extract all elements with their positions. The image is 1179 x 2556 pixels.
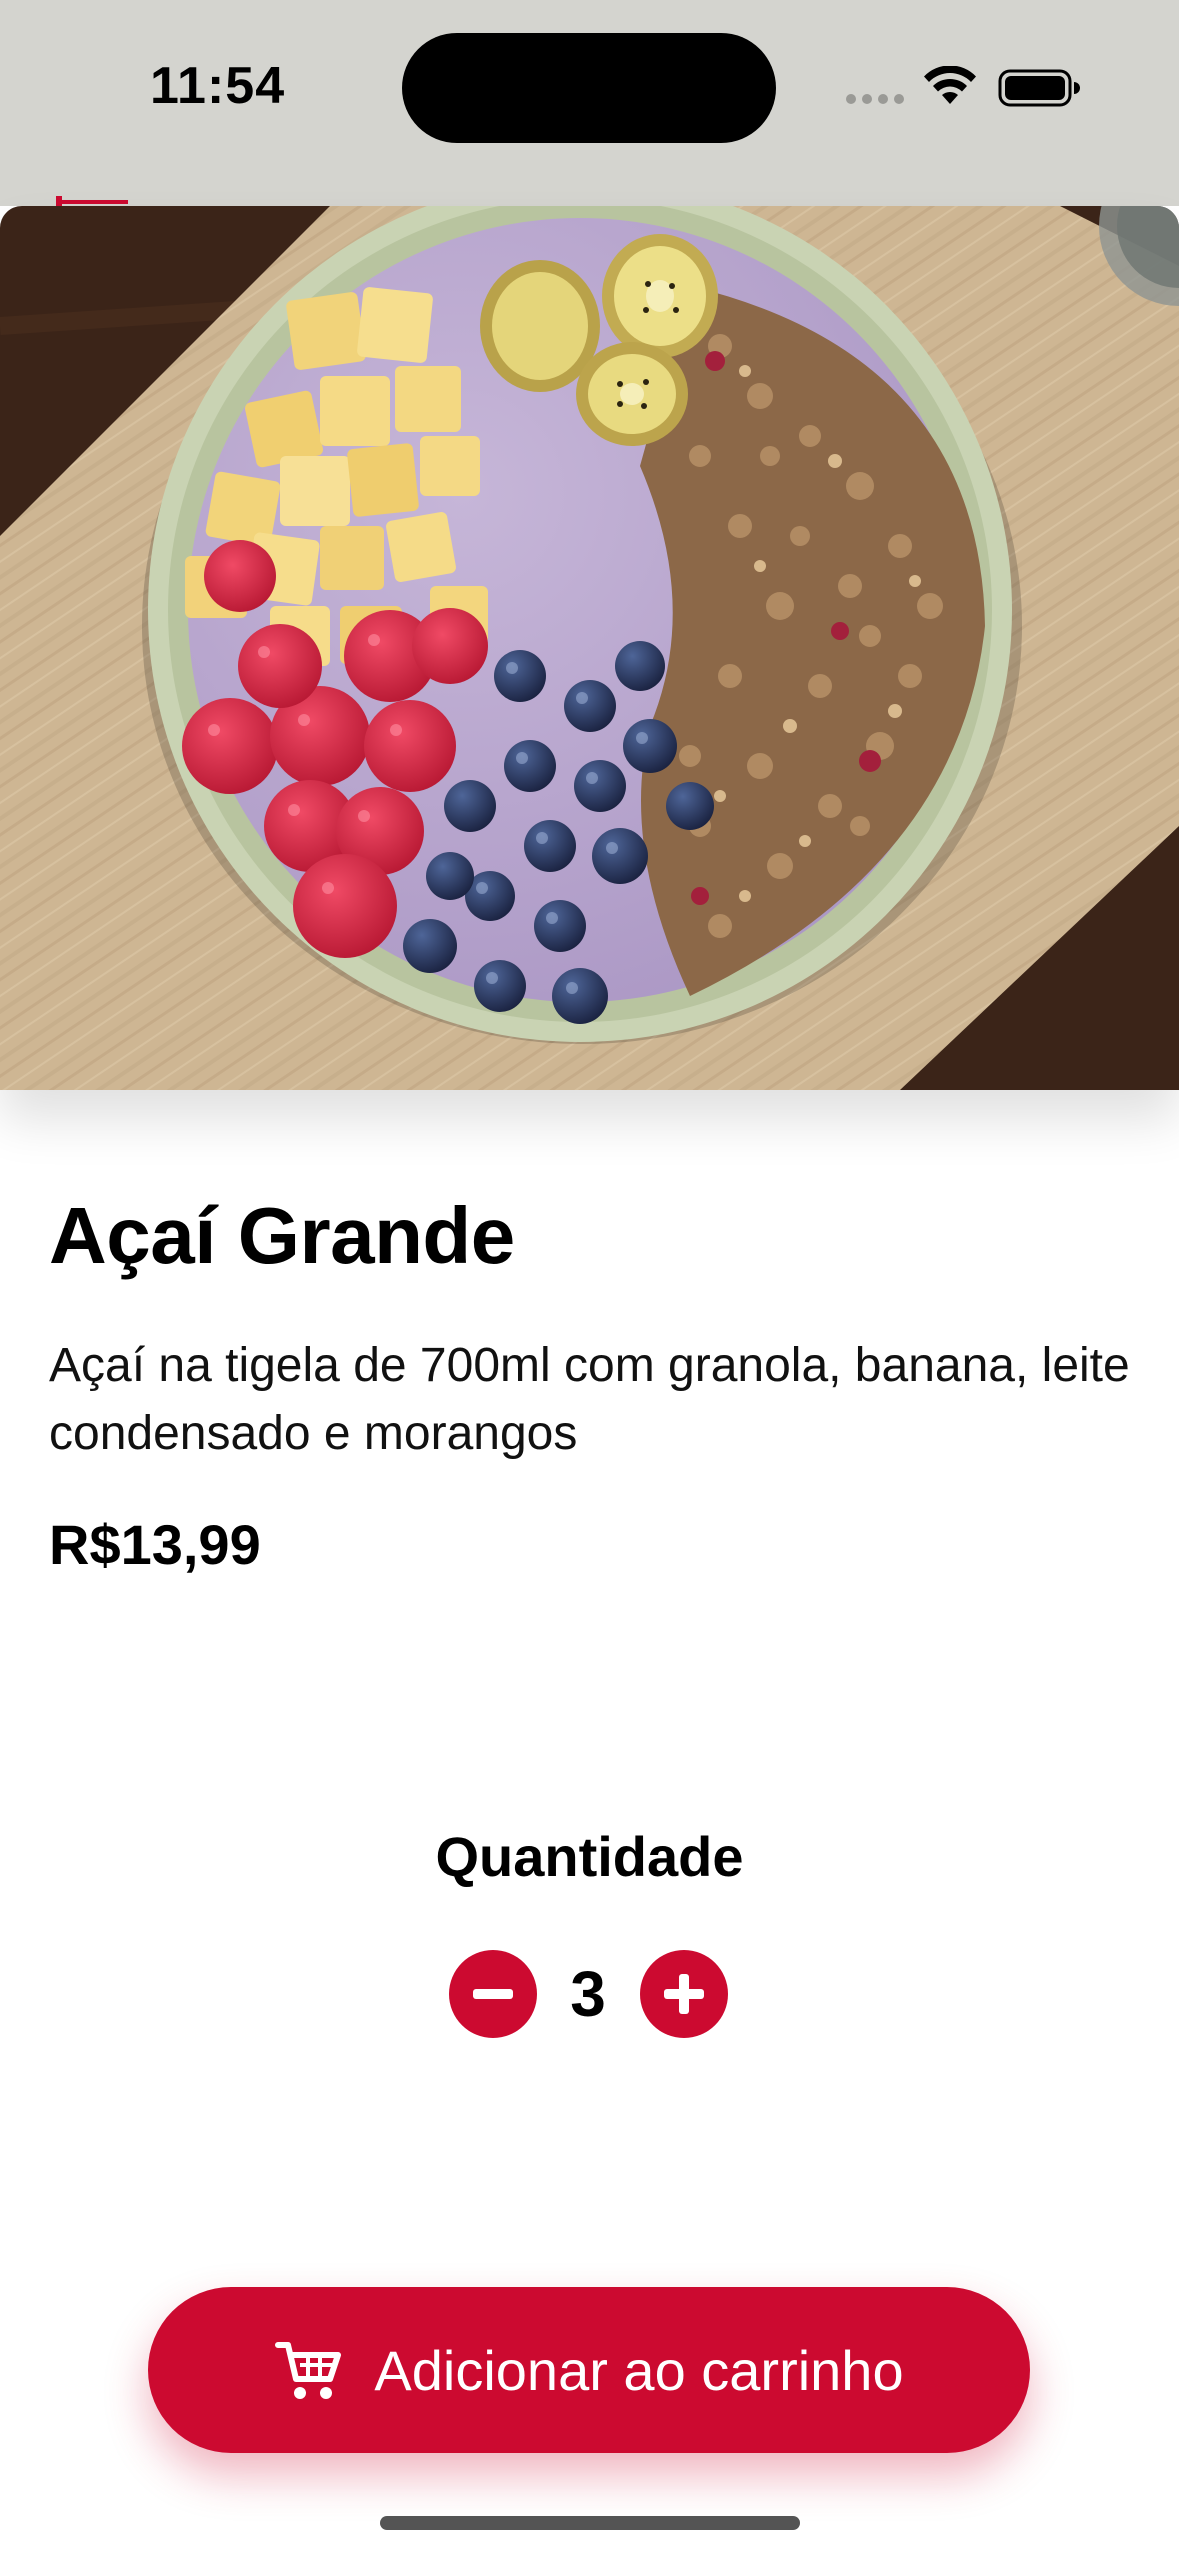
signal-dots-icon [846,94,906,106]
wifi-icon [924,66,976,104]
minus-icon [473,1989,513,1999]
increment-quantity-button[interactable] [640,1950,728,2038]
status-time: 11:54 [150,57,286,115]
plus-icon [664,1974,704,2014]
product-image [0,206,1179,1090]
decrement-quantity-button[interactable] [449,1950,537,2038]
product-price: R$13,99 [49,1513,261,1576]
add-to-cart-label: Adicionar ao carrinho [374,2338,904,2402]
dynamic-island [402,33,776,143]
battery-icon [998,69,1080,107]
product-title: Açaí Grande [49,1191,515,1280]
quantity-value: 3 [570,1958,606,2030]
back-nav-hint-icon [56,196,128,206]
status-bar: 11:54 [0,0,1179,206]
product-description: Açaí na tigela de 700ml com granola, ban… [49,1339,1130,1460]
home-indicator[interactable] [380,2516,800,2530]
cart-icon [275,2342,342,2399]
quantity-label: Quantidade [435,1825,744,1888]
add-to-cart-button[interactable]: Adicionar ao carrinho [148,2287,1030,2453]
